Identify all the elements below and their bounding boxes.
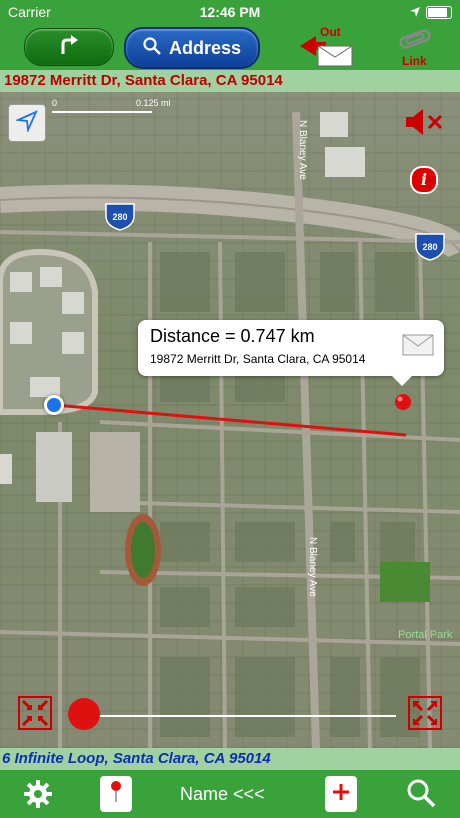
name-label[interactable]: Name <<< [180, 784, 265, 805]
search-icon [143, 36, 161, 60]
turn-right-arrow-icon [58, 34, 80, 61]
map-imagery: 280 280 N Blaney Ave N Blaney Ave Portal… [0, 111, 460, 748]
link-label: Link [402, 54, 427, 68]
status-bar: Carrier 12:46 PM [0, 0, 460, 24]
svg-text:280: 280 [112, 212, 127, 222]
plus-icon [331, 782, 351, 807]
zoom-slider-track[interactable] [96, 715, 396, 717]
battery-icon [426, 5, 452, 19]
search-icon[interactable] [406, 778, 436, 813]
callout-address-text: 19872 Merritt Dr, Santa Clara, CA 95014 [150, 352, 366, 366]
end-address-text: 6 Infinite Loop, Santa Clara, CA 95014 [2, 750, 271, 767]
mute-button[interactable] [404, 106, 444, 143]
status-icons [410, 4, 452, 20]
shrink-map-button[interactable] [18, 696, 52, 730]
expand-arrows-icon [410, 700, 440, 732]
start-address-bar[interactable]: 19872 Merritt Dr, Santa Clara, CA 95014 [0, 70, 460, 92]
bottom-toolbar: Name <<< [0, 770, 460, 818]
location-arrow-icon [14, 109, 38, 137]
start-address-text: 19872 Merritt Dr, Santa Clara, CA 95014 [4, 72, 283, 89]
start-location-dot[interactable] [44, 395, 64, 415]
collapse-arrows-icon [20, 699, 50, 732]
turn-direction-button[interactable] [24, 28, 114, 66]
map-scale: 0 0.125 mi [52, 98, 182, 113]
distance-text: Distance = 0.747 km [150, 326, 315, 346]
distance-callout[interactable]: Distance = 0.747 km 19872 Merritt Dr, Sa… [138, 320, 444, 386]
link-button[interactable]: Link [396, 26, 436, 68]
add-button[interactable] [325, 776, 357, 812]
scale-bar [52, 111, 152, 113]
envelope-icon[interactable] [402, 334, 434, 361]
expand-map-button[interactable] [408, 696, 442, 730]
satellite-map[interactable]: 280 280 N Blaney Ave N Blaney Ave Portal… [0, 92, 460, 748]
drop-pin-button[interactable] [100, 776, 132, 812]
speaker-muted-icon [404, 109, 444, 142]
park-label-portal: Portal Park [398, 629, 453, 641]
map-pin-icon [109, 780, 123, 809]
zoom-slider-knob[interactable] [68, 698, 100, 730]
top-toolbar: Address Out Link [0, 24, 460, 70]
destination-pin[interactable] [392, 392, 414, 419]
street-label-n-blaney-south: N Blaney Ave [307, 537, 318, 597]
location-arrow-icon [410, 4, 420, 20]
scale-value-label: 0.125 mi [136, 98, 171, 108]
locate-me-button[interactable] [8, 104, 46, 142]
end-address-bar[interactable]: 6 Infinite Loop, Santa Clara, CA 95014 [0, 748, 460, 770]
address-button-label: Address [168, 37, 242, 58]
info-button[interactable]: i [410, 166, 438, 194]
freeway-shield-280-east: 280 [415, 233, 445, 261]
scale-zero-label: 0 [52, 98, 58, 108]
red-pin-icon [395, 394, 411, 410]
svg-text:280: 280 [422, 242, 437, 252]
share-out-button[interactable]: Out [296, 24, 356, 68]
freeway-shield-280-west: 280 [105, 203, 135, 231]
time-label: 12:46 PM [199, 4, 261, 20]
gear-icon[interactable] [22, 778, 54, 815]
address-search-button[interactable]: Address [124, 27, 260, 69]
street-label-n-blaney-north: N Blaney Ave [297, 120, 308, 180]
